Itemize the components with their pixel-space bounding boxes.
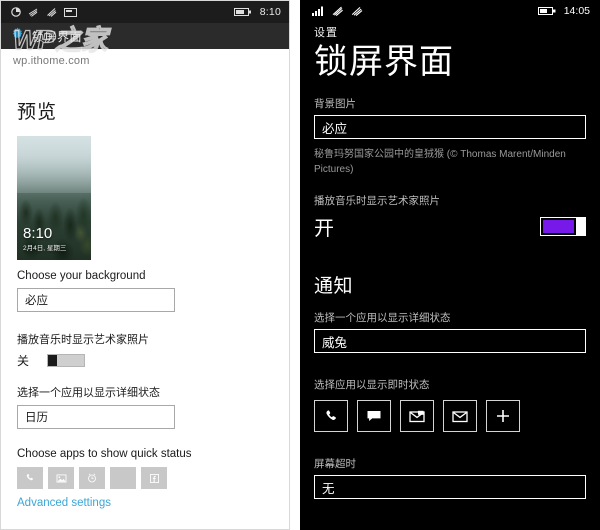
gear-icon [11,27,24,45]
artist-photo-switch[interactable] [47,354,85,367]
detailed-status-label: 选择一个应用以显示详细状态 [314,312,451,325]
envelope-icon[interactable] [443,400,477,433]
quick-status-app-tiles [314,400,586,433]
wifi-icon [28,7,39,17]
left-phone-panel: 8:10 锁屏界面 WP之家 wp.ithome.com 预览 [0,0,290,530]
signal-bars-icon [312,6,325,16]
artist-photo-toggle-row[interactable]: 关 [17,352,273,369]
lockscreen-preview: 8:10 2月4日, 星期三 [17,136,91,260]
battery-icon [233,7,252,17]
battery-box-icon [64,7,78,17]
message-icon[interactable] [357,400,391,433]
background-attribution: 秘鲁玛努国家公园中的皇狨猴 (© Thomas Marent/Minden Pi… [314,149,566,175]
left-page-heading: 预览 [17,102,58,123]
preview-clock: 8:10 [23,225,53,242]
background-dropdown[interactable]: 必应 [17,288,175,312]
background-image-label: 背景图片 [314,98,356,111]
mail-flap-icon[interactable] [400,400,434,433]
phone-icon[interactable] [314,400,348,433]
screenshot-root: 8:10 锁屏界面 WP之家 wp.ithome.com 预览 [0,0,600,530]
left-status-bar: 8:10 [1,1,289,23]
preview-date: 2月4日, 星期三 [23,245,67,252]
advanced-settings-link[interactable]: Advanced settings [17,497,273,509]
background-label: Choose your background [17,270,146,282]
artist-photo-label: 播放音乐时显示艺术家照片 [314,195,440,208]
detailed-status-dropdown[interactable]: 威兔 [314,329,586,354]
right-status-bar: 14:05 [300,0,600,22]
artist-photo-state: 开 [314,218,334,241]
right-phone-panel: 14:05 设置 锁屏界面 背景图片 必应 秘鲁玛努国家公园中的皇狨猴 (© T… [300,0,600,530]
settings-app-name: 设置 [314,27,338,39]
plus-icon[interactable] [486,400,520,433]
photo-icon[interactable] [48,467,74,489]
artist-photo-label: 播放音乐时显示艺术家照片 [17,334,149,346]
switch-thumb [48,355,57,366]
left-content: 预览 8:10 2月4日, 星期三 Choose your background… [1,49,289,509]
notifications-heading: 通知 [314,276,354,298]
artist-photo-toggle-row[interactable]: 开 [314,212,586,241]
switch-thumb [576,218,585,236]
artist-photo-state: 关 [17,354,30,368]
right-page-title: 锁屏界面 [314,43,454,81]
phone-icon[interactable] [17,467,43,489]
left-status-time: 8:10 [259,6,281,18]
left-title-text: 锁屏界面 [32,29,83,44]
facebook-icon[interactable] [141,467,167,489]
battery-icon [537,6,557,16]
cellular-data-icon [351,6,363,16]
switch-track-fill [543,220,574,234]
left-title-bar: 锁屏界面 [1,23,289,49]
preview-mist [17,136,91,194]
wifi-icon [332,6,344,16]
right-content: 设置 锁屏界面 背景图片 必应 秘鲁玛努国家公园中的皇狨猴 (© Thomas … [300,22,600,530]
background-image-dropdown[interactable]: 必应 [314,115,586,140]
empty-slot-icon[interactable] [110,467,136,489]
alarm-clock-icon[interactable] [79,467,105,489]
sim-icon [11,7,21,17]
quick-status-icons [17,467,273,489]
artist-photo-switch[interactable] [540,217,586,237]
quick-status-label: 选择应用以显示即时状态 [314,379,430,392]
quick-status-label: Choose apps to show quick status [17,448,192,460]
detailed-status-dropdown[interactable]: 日历 [17,405,175,429]
cellular-icon [46,7,57,17]
right-status-time: 14:05 [563,5,590,17]
screen-timeout-label: 屏幕超时 [314,458,356,471]
detailed-status-label: 选择一个应用以显示详细状态 [17,387,160,399]
screen-timeout-dropdown[interactable]: 无 [314,475,586,500]
